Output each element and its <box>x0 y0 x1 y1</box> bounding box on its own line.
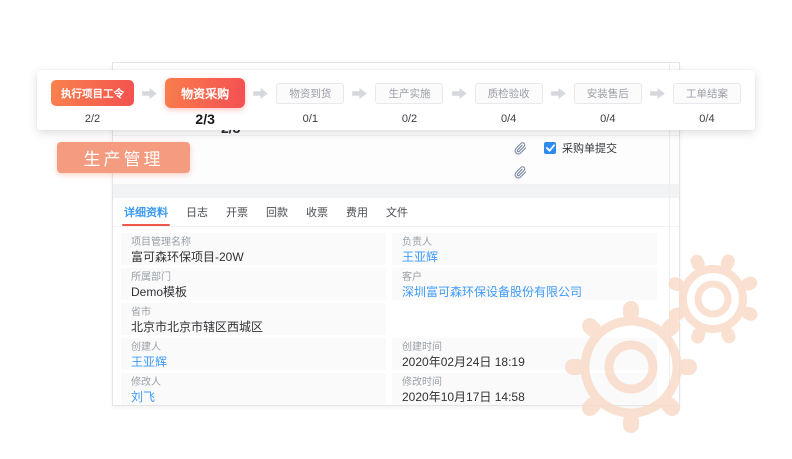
step-arrow-icon <box>352 75 367 111</box>
form-row: 项目管理名称 富可森环保项目-20W 负责人 王亚辉 <box>121 233 657 265</box>
form-row: 省市 北京市北京市辖区西城区 <box>121 303 657 335</box>
step-arrow-icon <box>452 75 467 111</box>
step-production: 生产实施 0/2 <box>375 75 443 125</box>
step-arrow-icon <box>551 75 566 111</box>
field-creator: 创建人 王亚辉 <box>121 338 386 370</box>
form-row: 修改人 刘飞 修改时间 2020年10月17日 14:58 <box>121 373 657 405</box>
page: 2/3 采购单提交 详细资料 日志 开票 回款 收票 费用 文件 <box>0 0 792 459</box>
owner-link[interactable]: 王亚辉 <box>402 251 647 264</box>
step-count: 0/2 <box>402 113 417 125</box>
field-modifier: 修改人 刘飞 <box>121 373 386 405</box>
step-count: 2/2 <box>85 113 100 125</box>
submit-checkbox-label: 采购单提交 <box>562 140 617 156</box>
field-owner: 负责人 王亚辉 <box>392 233 657 265</box>
step-arrow-icon <box>142 75 157 111</box>
step-arrow-icon <box>650 75 665 111</box>
field-label: 负责人 <box>402 237 647 248</box>
step-count: 0/4 <box>600 113 615 125</box>
field-label: 修改人 <box>131 377 376 388</box>
submit-checkbox[interactable] <box>544 142 556 154</box>
field-label: 省市 <box>131 307 376 318</box>
field-value: 富可森环保项目-20W <box>131 251 376 264</box>
attachment-row <box>113 160 679 185</box>
step-material-purchase: 物资采购 2/3 <box>165 75 245 127</box>
paperclip-icon[interactable] <box>514 142 527 155</box>
field-project-name: 项目管理名称 富可森环保项目-20W <box>121 233 386 265</box>
step-button[interactable]: 物资到货 <box>276 83 344 104</box>
customer-link[interactable]: 深圳富可森环保设备股份有限公司 <box>402 286 647 299</box>
field-label: 客户 <box>402 272 647 283</box>
tab-receipt[interactable]: 收票 <box>304 198 330 226</box>
tab-invoice[interactable]: 开票 <box>224 198 250 226</box>
step-installation-aftersales: 安装售后 0/4 <box>574 75 642 125</box>
field-label: 项目管理名称 <box>131 237 376 248</box>
form-row: 创建人 王亚辉 创建时间 2020年02月24日 18:19 <box>121 338 657 370</box>
tab-expense[interactable]: 费用 <box>344 198 370 226</box>
section-divider <box>113 185 679 198</box>
check-icon <box>546 144 555 152</box>
form-row: 所属部门 Demo模板 客户 深圳富可森环保设备股份有限公司 <box>121 268 657 300</box>
field-value: 2020年10月17日 14:58 <box>402 391 647 404</box>
field-label: 创建时间 <box>402 342 647 353</box>
field-created-time: 创建时间 2020年02月24日 18:19 <box>392 338 657 370</box>
field-customer: 客户 深圳富可森环保设备股份有限公司 <box>392 268 657 300</box>
field-modified-time: 修改时间 2020年10月17日 14:58 <box>392 373 657 405</box>
step-button[interactable]: 物资采购 <box>165 78 245 108</box>
workflow-stepper-card: 执行项目工令 2/2 物资采购 2/3 物资到货 0/1 生产实施 0/2 质检 <box>37 70 755 130</box>
step-button[interactable]: 质检验收 <box>475 83 543 104</box>
field-label: 创建人 <box>131 342 376 353</box>
step-execute-work-order: 执行项目工令 2/2 <box>51 75 134 125</box>
tab-details[interactable]: 详细资料 <box>122 198 170 226</box>
tab-bar: 详细资料 日志 开票 回款 收票 费用 文件 <box>113 198 679 227</box>
step-material-arrival: 物资到货 0/1 <box>276 75 344 125</box>
field-empty <box>392 303 657 335</box>
modifier-link[interactable]: 刘飞 <box>131 391 376 404</box>
field-label: 所属部门 <box>131 272 376 283</box>
field-value: 2020年02月24日 18:19 <box>402 356 647 369</box>
field-value: Demo模板 <box>131 286 376 299</box>
attachment-row: 采购单提交 <box>113 135 679 161</box>
step-quality-inspection: 质检验收 0/4 <box>475 75 543 125</box>
step-button[interactable]: 执行项目工令 <box>51 80 134 106</box>
tab-log[interactable]: 日志 <box>184 198 210 226</box>
detail-form: 项目管理名称 富可森环保项目-20W 负责人 王亚辉 所属部门 Demo模板 客… <box>121 233 657 408</box>
step-button[interactable]: 工单结案 <box>673 83 741 104</box>
field-region: 省市 北京市北京市辖区西城区 <box>121 303 386 335</box>
paperclip-icon[interactable] <box>514 166 527 179</box>
step-count: 0/4 <box>699 113 714 125</box>
creator-link[interactable]: 王亚辉 <box>131 356 376 369</box>
field-label: 修改时间 <box>402 377 647 388</box>
step-button[interactable]: 安装售后 <box>574 83 642 104</box>
production-management-badge: 生产管理 <box>57 142 190 173</box>
tab-files[interactable]: 文件 <box>384 198 410 226</box>
step-count: 0/4 <box>501 113 516 125</box>
field-value: 北京市北京市辖区西城区 <box>131 321 376 334</box>
tab-payment[interactable]: 回款 <box>264 198 290 226</box>
step-button[interactable]: 生产实施 <box>375 83 443 104</box>
step-count: 0/1 <box>303 113 318 125</box>
step-work-order-close: 工单结案 0/4 <box>673 75 741 125</box>
field-department: 所属部门 Demo模板 <box>121 268 386 300</box>
step-count: 2/3 <box>195 111 214 127</box>
step-arrow-icon <box>253 75 268 111</box>
